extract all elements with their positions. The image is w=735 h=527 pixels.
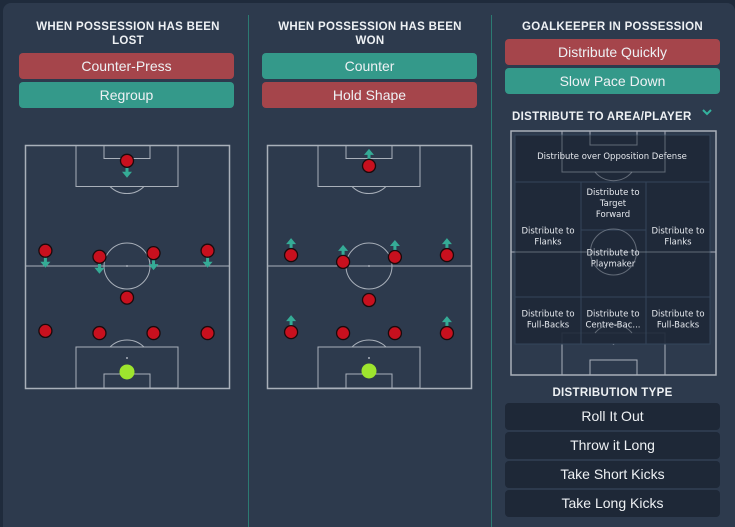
player-marker-rb[interactable] — [439, 325, 455, 341]
player-marker-lcb[interactable] — [92, 325, 107, 341]
zone-flanks-left-label: Flanks — [534, 238, 562, 248]
player-marker-lcb[interactable] — [335, 325, 351, 341]
zone-flanks-left-label: Distribute to — [521, 227, 574, 237]
player-marker-lcm[interactable] — [92, 249, 107, 264]
counter-press-button[interactable]: Counter-Press — [19, 53, 234, 79]
pitch-lost — [24, 144, 231, 390]
column-divider — [491, 15, 492, 527]
column-divider — [248, 15, 249, 527]
arrow-down-icon — [94, 262, 105, 274]
zone-target-forward-label: Distribute to — [586, 188, 639, 198]
player-marker-rm[interactable] — [200, 243, 215, 258]
zone-fullbacks-left[interactable]: Distribute toFull-Backs — [514, 296, 582, 345]
arrow-up-icon — [441, 238, 452, 250]
player-marker-rcm[interactable] — [387, 249, 403, 265]
penalty-arc-bottom — [109, 339, 145, 348]
zone-fullbacks-right-label: Distribute to — [651, 310, 704, 320]
player-marker-dm[interactable] — [361, 292, 377, 308]
player-marker-striker[interactable] — [361, 158, 377, 174]
zone-flanks-left[interactable]: Distribute toFlanks — [514, 181, 582, 298]
player-marker-rcm[interactable] — [146, 245, 161, 261]
zone-fullbacks-right[interactable]: Distribute toFull-Backs — [645, 296, 711, 345]
player-marker-rm[interactable] — [439, 247, 455, 263]
distribution-pitch: Distribute over Opposition Defense Distri… — [510, 130, 717, 376]
distribute-area-heading: DISTRIBUTE TO AREA/PLAYER — [512, 111, 692, 123]
arrow-up-icon — [286, 238, 297, 250]
zone-target-forward-label: Forward — [596, 210, 630, 220]
arrow-down-icon — [122, 166, 132, 178]
zone-centre-backs[interactable]: Distribute toCentre-Bac... — [580, 296, 647, 345]
player-marker-lb[interactable] — [38, 323, 53, 339]
centre-spot — [126, 265, 128, 267]
zone-over-opposition-defense-label: Distribute over Opposition Defense — [537, 152, 687, 162]
arrow-up-icon — [338, 244, 349, 256]
zone-playmaker[interactable]: Distribute toPlaymaker — [580, 229, 647, 298]
arrow-up-icon — [286, 315, 297, 327]
player-marker-rb[interactable] — [200, 325, 215, 341]
zone-fullbacks-right-label: Full-Backs — [657, 321, 700, 331]
penalty-arc-top — [109, 186, 145, 195]
player-marker-lcm[interactable] — [335, 254, 351, 270]
slow-pace-down-button[interactable]: Slow Pace Down — [505, 68, 720, 94]
penalty-arc-top — [351, 186, 387, 195]
zone-flanks-right-label: Distribute to — [651, 227, 704, 237]
zone-target-forward[interactable]: Distribute toTargetForward — [580, 181, 647, 231]
take-long-kicks-button[interactable]: Take Long Kicks — [505, 490, 720, 517]
regroup-button[interactable]: Regroup — [19, 82, 234, 108]
lost-heading: WHEN POSSESSION HAS BEEN LOST — [36, 21, 220, 47]
player-marker-rcb[interactable] — [387, 325, 403, 341]
goalkeeper-marker[interactable] — [361, 363, 377, 379]
player-marker-rcb[interactable] — [146, 325, 161, 341]
counter-button[interactable]: Counter — [262, 53, 477, 79]
hold-shape-button[interactable]: Hold Shape — [262, 82, 477, 108]
player-marker-striker[interactable] — [119, 153, 135, 168]
chevron-down-icon — [702, 107, 712, 119]
zone-fullbacks-left-label: Distribute to — [521, 310, 574, 320]
distribute-quickly-button[interactable]: Distribute Quickly — [505, 39, 720, 65]
penalty-spot — [126, 357, 128, 359]
player-marker-lm[interactable] — [283, 247, 299, 263]
take-short-kicks-button[interactable]: Take Short Kicks — [505, 461, 720, 488]
player-marker-dm[interactable] — [119, 290, 135, 305]
arrow-up-icon — [441, 316, 452, 328]
zone-over-opposition-defense[interactable]: Distribute over Opposition Defense — [514, 134, 711, 183]
distribute-area-dropdown[interactable]: DISTRIBUTE TO AREA/PLAYER — [512, 107, 722, 123]
zone-flanks-right-label: Flanks — [664, 238, 692, 248]
goalkeeper-marker[interactable] — [119, 364, 135, 380]
player-marker-lm[interactable] — [38, 243, 53, 258]
won-heading: WHEN POSSESSION HAS BEEN WON — [278, 21, 462, 47]
zone-flanks-right[interactable]: Distribute toFlanks — [645, 181, 711, 298]
pitch-boundary — [266, 144, 473, 390]
player-marker-lb[interactable] — [283, 324, 299, 340]
centre-spot — [368, 265, 370, 267]
zone-playmaker-label: Distribute to — [586, 249, 639, 259]
zone-centre-backs-label: Distribute to — [586, 310, 639, 320]
zone-target-forward-label: Target — [599, 199, 627, 209]
zone-fullbacks-left-label: Full-Backs — [527, 321, 570, 331]
penalty-spot — [368, 357, 370, 359]
zone-centre-backs-label: Centre-Bac... — [585, 321, 640, 331]
roll-it-out-button[interactable]: Roll It Out — [505, 403, 720, 430]
distribution-type-heading: DISTRIBUTION TYPE — [552, 387, 673, 399]
pitch-won — [266, 144, 473, 390]
penalty-arc-bottom — [351, 339, 387, 348]
arrow-up-icon — [389, 240, 400, 252]
pitch-boundary — [24, 144, 231, 390]
throw-it-long-button[interactable]: Throw it Long — [505, 432, 720, 459]
goalkeeper-heading: GOALKEEPER IN POSSESSION — [521, 21, 703, 33]
